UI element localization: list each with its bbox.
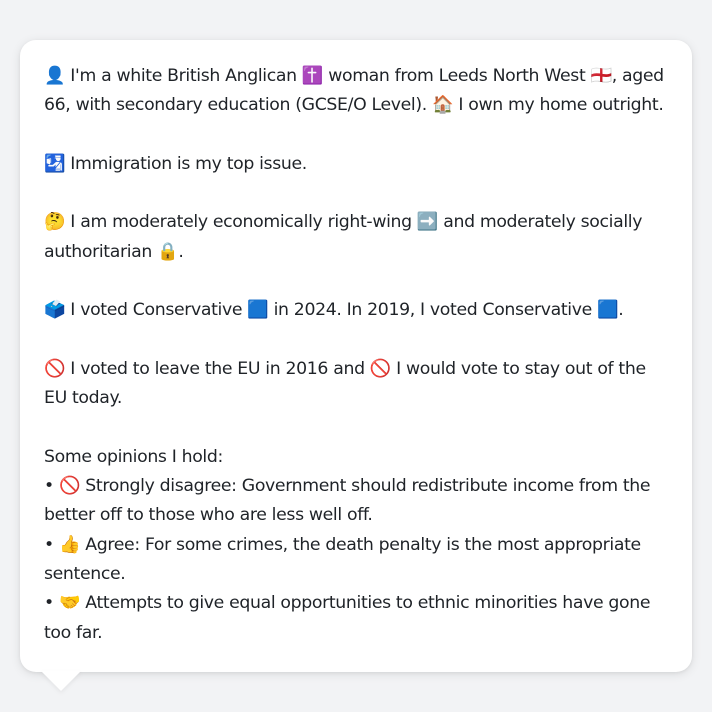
ideology-text: 🤔 I am moderately economically right-win…: [44, 212, 643, 262]
identity-text: 👤 I'm a white British Anglican ✝️ woman …: [44, 66, 664, 116]
eu-text: 🚫 I voted to leave the EU in 2016 and 🚫 …: [44, 358, 646, 409]
message-bubble: 👤 I'm a white British Anglican ✝️ woman …: [20, 40, 692, 672]
opinion-item: • 🤝 Attempts to give equal opportunities…: [44, 593, 651, 643]
chat-stage: 👤 I'm a white British Anglican ✝️ woman …: [0, 0, 712, 712]
opinion-item: • 🚫 Strongly disagree: Government should…: [44, 476, 651, 526]
opinions-list: • 🚫 Strongly disagree: Government should…: [44, 472, 668, 648]
votes-text: 🗳️ I voted Conservative 🟦 in 2024. In 20…: [44, 300, 624, 321]
opinions-heading: Some opinions I hold:: [44, 446, 223, 467]
opinion-item: • 👍 Agree: For some crimes, the death pe…: [44, 534, 641, 585]
bubble-tail: [41, 671, 81, 691]
top-issue-text: 🛂 Immigration is my top issue.: [44, 153, 307, 174]
